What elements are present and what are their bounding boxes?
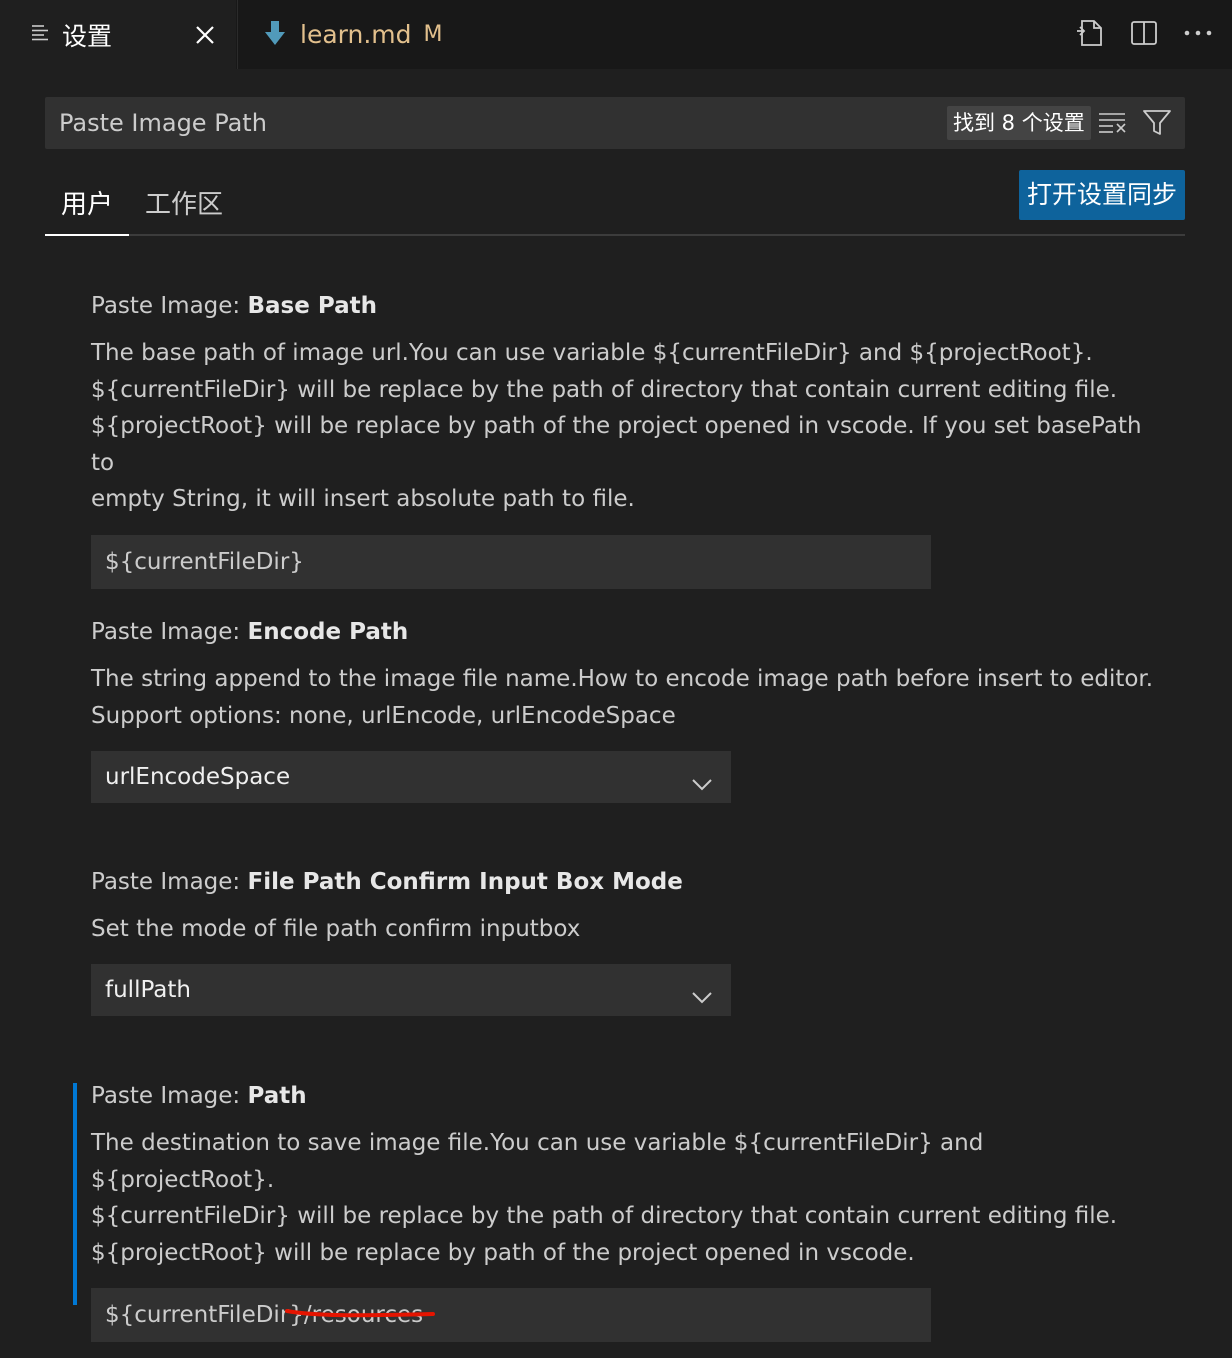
- result-count-badge: 找到 8 个设置: [947, 106, 1091, 140]
- settings-search-box: 找到 8 个设置: [45, 97, 1185, 149]
- tab-user[interactable]: 用户: [61, 184, 113, 221]
- base-path-input[interactable]: [91, 534, 931, 589]
- select-value: urlEncodeSpace: [105, 764, 291, 790]
- tab-learn-md-label: learn.md: [300, 20, 412, 49]
- setting-description: Set the mode of file path confirm inputb…: [91, 916, 581, 942]
- setting-name: Base Path: [247, 293, 377, 319]
- more-actions-icon[interactable]: [1182, 16, 1214, 50]
- tab-workspace[interactable]: 工作区: [145, 184, 223, 221]
- red-underline-annotation: [285, 1309, 435, 1318]
- setting-description: The string append to the image file name…: [91, 666, 1154, 729]
- active-tab-indicator: [45, 234, 129, 236]
- setting-category: Paste Image:: [91, 619, 248, 645]
- setting-path: Paste Image: Path The destination to sav…: [91, 1080, 1171, 1342]
- setting-category: Paste Image:: [91, 869, 248, 895]
- editor-tab-bar: 设置 learn.md M: [0, 0, 1232, 69]
- markdown-arrow-icon: [264, 20, 286, 50]
- tab-settings-label: 设置: [62, 21, 113, 51]
- setting-category: Paste Image:: [91, 293, 248, 319]
- open-json-icon[interactable]: [1074, 16, 1106, 50]
- setting-description: The base path of image url.You can use v…: [91, 340, 1142, 512]
- encode-path-select[interactable]: urlEncodeSpace: [91, 751, 731, 803]
- settings-list-icon: [30, 23, 50, 47]
- setting-name: File Path Confirm Input Box Mode: [247, 869, 683, 895]
- close-icon[interactable]: [192, 19, 218, 49]
- tab-settings[interactable]: 设置: [0, 0, 236, 69]
- confirm-mode-select[interactable]: fullPath: [91, 963, 731, 1016]
- modified-badge: M: [423, 22, 443, 47]
- setting-file-path-confirm-mode: Paste Image: File Path Confirm Input Box…: [91, 866, 1171, 1016]
- clear-search-icon[interactable]: [1097, 107, 1129, 139]
- tab-learn-md[interactable]: learn.md M: [237, 0, 489, 69]
- split-editor-icon[interactable]: [1128, 16, 1160, 50]
- setting-description: The destination to save image file.You c…: [91, 1130, 1118, 1266]
- setting-name: Path: [247, 1083, 307, 1109]
- turn-on-settings-sync-button[interactable]: 打开设置同步: [1018, 170, 1185, 220]
- setting-encode-path: Paste Image: Encode Path The string appe…: [91, 616, 1171, 803]
- setting-name: Encode Path: [247, 619, 409, 645]
- editor-actions: [1074, 16, 1214, 50]
- modified-indicator: [73, 1083, 77, 1305]
- search-input[interactable]: [59, 97, 919, 149]
- setting-title: Paste Image: File Path Confirm Input Box…: [91, 866, 1171, 898]
- filter-icon[interactable]: [1141, 107, 1173, 139]
- setting-base-path: Paste Image: Base Path The base path of …: [91, 290, 1171, 589]
- settings-scope-tabs: 用户 工作区 打开设置同步: [45, 170, 1185, 236]
- setting-category: Paste Image:: [91, 1083, 248, 1109]
- setting-title: Paste Image: Path: [91, 1080, 1171, 1112]
- setting-title: Paste Image: Encode Path: [91, 616, 1171, 648]
- chevron-down-icon: [689, 764, 715, 791]
- select-value: fullPath: [105, 976, 191, 1003]
- path-input[interactable]: [91, 1288, 931, 1342]
- setting-title: Paste Image: Base Path: [91, 290, 1171, 322]
- chevron-down-icon: [689, 977, 715, 1003]
